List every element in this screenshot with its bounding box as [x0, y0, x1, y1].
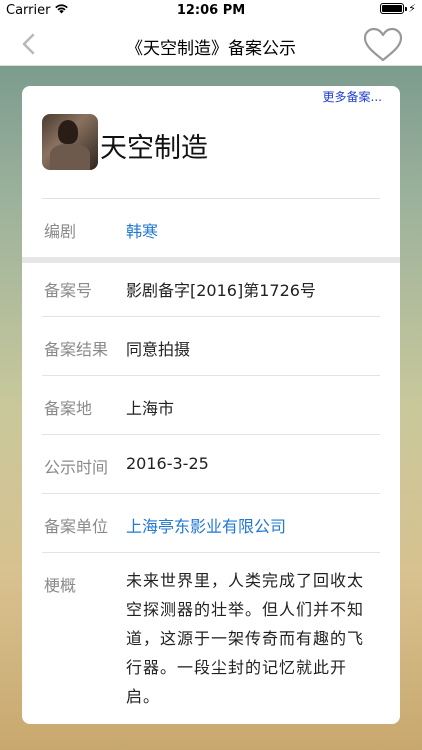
divider — [42, 434, 380, 435]
chevron-left-icon — [22, 33, 35, 55]
status-time: 12:06 PM — [176, 3, 246, 18]
record-company-label: 备案单位 — [44, 517, 109, 536]
publish-time-value: 2016-3-25 — [126, 454, 209, 473]
navigation-bar: 《天空制造》备案公示 — [0, 22, 422, 66]
record-result-label: 备案结果 — [44, 340, 109, 359]
back-button[interactable] — [14, 30, 42, 58]
record-company-link[interactable]: 上海亭东影业有限公司 — [126, 513, 286, 537]
battery-icon — [380, 3, 408, 14]
movie-poster — [42, 114, 98, 170]
divider — [42, 316, 380, 317]
record-number-label: 备案号 — [44, 281, 93, 300]
charging-icon: ⚡ — [408, 2, 416, 15]
record-location-value: 上海市 — [126, 399, 175, 418]
summary-label: 梗概 — [44, 576, 77, 595]
detail-card: 更多备案... 天空制造 编剧 韩寒 备案号 影剧备字[2016]第1726号 … — [22, 86, 400, 724]
more-records-link[interactable]: 更多备案... — [323, 88, 382, 105]
divider — [42, 552, 380, 553]
status-right: ⚡ — [380, 3, 416, 14]
movie-title: 天空制造 — [100, 133, 208, 164]
heart-icon — [363, 27, 403, 62]
screenwriter-label: 编剧 — [44, 222, 77, 241]
divider — [42, 375, 380, 376]
favorite-button[interactable] — [362, 26, 404, 64]
divider — [42, 198, 380, 199]
publish-time-label: 公示时间 — [44, 458, 109, 477]
page-title: 《天空制造》备案公示 — [126, 39, 296, 59]
divider — [42, 493, 380, 494]
section-divider — [22, 257, 400, 263]
record-result-value: 同意拍摄 — [126, 340, 191, 359]
record-number-value: 影剧备字[2016]第1726号 — [126, 281, 316, 300]
summary-text: 未来世界里，人类完成了回收太空探测器的壮举。但人们并不知道，这源于一架传奇而有趣… — [126, 571, 365, 706]
record-location-label: 备案地 — [44, 399, 93, 418]
status-bar: Carrier 12:06 PM ⚡ — [0, 0, 422, 22]
screenwriter-link[interactable]: 韩寒 — [126, 218, 158, 242]
